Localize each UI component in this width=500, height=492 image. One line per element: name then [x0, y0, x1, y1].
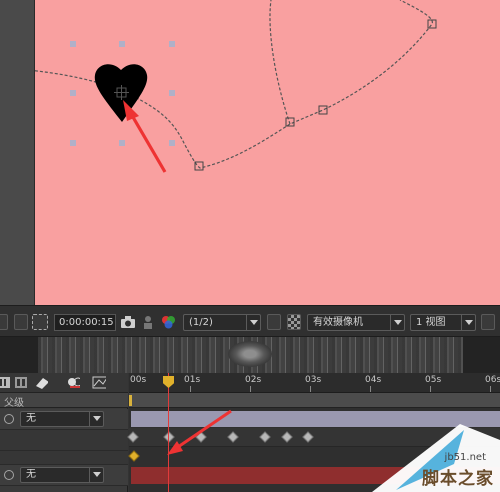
- composition-canvas[interactable]: [35, 0, 500, 305]
- keyframe-selected[interactable]: [128, 450, 140, 462]
- grid-toggle-button[interactable]: [0, 314, 8, 330]
- time-marker: 01s: [184, 375, 201, 385]
- chevron-down-icon: [390, 315, 404, 330]
- resolution-value: (1/2): [189, 317, 213, 328]
- column-header: 父级: [0, 393, 128, 409]
- keyframe[interactable]: [281, 431, 293, 443]
- path-vertex[interactable]: [285, 117, 295, 127]
- parent-select[interactable]: 无: [20, 411, 104, 427]
- layer-row[interactable]: 无: [0, 465, 128, 486]
- annotation-arrow: [167, 409, 232, 455]
- transform-handle[interactable]: [119, 140, 125, 146]
- transform-handle[interactable]: [169, 90, 175, 96]
- watermark-name: 脚本之家: [422, 469, 494, 488]
- time-marker: 05s: [425, 375, 442, 385]
- time-marker: 04s: [365, 375, 382, 385]
- panel-menu-button[interactable]: [481, 314, 495, 330]
- transform-handle[interactable]: [119, 41, 125, 47]
- transform-handle[interactable]: [70, 41, 76, 47]
- chevron-down-icon: [246, 315, 260, 330]
- keyframe[interactable]: [127, 431, 139, 443]
- current-time-field[interactable]: 0:00:00:15: [54, 314, 116, 331]
- transparency-grid-button[interactable]: [32, 314, 48, 330]
- layer-outline-panel: 父级 无 无: [0, 373, 128, 492]
- keyframe[interactable]: [302, 431, 314, 443]
- ruler-tick: [370, 386, 371, 392]
- motion-path-overlay: [35, 0, 437, 173]
- motion-path[interactable]: [35, 0, 433, 169]
- region-of-interest-button[interactable]: [14, 314, 28, 330]
- view-layout-select[interactable]: 1 视图: [410, 314, 476, 331]
- camera-value: 有效摄像机: [313, 317, 363, 328]
- transform-handle[interactable]: [70, 90, 76, 96]
- channel-person-icon[interactable]: [141, 315, 155, 329]
- eraser-icon[interactable]: [34, 376, 48, 389]
- resolution-select[interactable]: (1/2): [183, 314, 261, 331]
- composition-viewport: [0, 0, 500, 305]
- transform-handle[interactable]: [70, 140, 76, 146]
- texture-band: [38, 337, 463, 373]
- keyframe[interactable]: [259, 431, 271, 443]
- parent-pickwhip-icon[interactable]: [4, 414, 14, 424]
- camera-select[interactable]: 有效摄像机: [307, 314, 405, 331]
- transform-handle[interactable]: [169, 41, 175, 47]
- watermark-url: jb51.net: [444, 452, 486, 463]
- property-row[interactable]: [0, 430, 128, 451]
- parent-column-header: 父级: [4, 398, 24, 409]
- ruler-tick: [430, 386, 431, 392]
- transform-handle[interactable]: [169, 140, 175, 146]
- composition-toolbar: 0:00:00:15 (1/2) 有效摄像机 1 视图: [0, 305, 500, 337]
- watermark: jb51.net 脚本之家: [360, 424, 500, 492]
- parent-value: 无: [26, 469, 36, 480]
- chevron-down-icon: [89, 412, 103, 426]
- timeline-panel: 父级 无 无 00s 01s 02s 03s 04s 05s 06s jb51.…: [0, 373, 500, 492]
- left-panel: [0, 0, 35, 305]
- parent-select[interactable]: 无: [20, 467, 104, 483]
- view-layout-value: 1 视图: [416, 317, 446, 328]
- ruler-tick: [310, 386, 311, 392]
- camera-icon[interactable]: [120, 315, 136, 329]
- chevron-down-icon: [89, 468, 103, 482]
- motion-blur-icon[interactable]: [66, 376, 80, 389]
- fast-preview-button[interactable]: [267, 314, 281, 330]
- time-ruler[interactable]: 00s 01s 02s 03s 04s 05s 06s: [129, 373, 500, 393]
- time-marker: 06s: [485, 375, 500, 385]
- chevron-down-icon: [461, 315, 475, 330]
- time-marker: 03s: [305, 375, 322, 385]
- property-row[interactable]: [0, 451, 128, 465]
- graph-editor-icon[interactable]: [92, 376, 106, 389]
- frame-blend-icon[interactable]: [14, 376, 28, 389]
- panel-divider-strip: [0, 337, 500, 373]
- time-marker: 00s: [130, 375, 147, 385]
- ruler-tick: [250, 386, 251, 392]
- annotation-arrow: [123, 100, 167, 173]
- color-channels-icon[interactable]: [160, 314, 178, 330]
- path-vertex[interactable]: [318, 105, 328, 115]
- layer-row[interactable]: 无: [0, 409, 128, 430]
- parent-value: 无: [26, 413, 36, 424]
- film-strip-icon[interactable]: [0, 376, 12, 389]
- ruler-tick: [490, 386, 491, 392]
- parent-pickwhip-icon[interactable]: [4, 470, 14, 480]
- checkerboard-button[interactable]: [287, 314, 301, 330]
- ruler-tick: [190, 386, 191, 392]
- timeline-switches-bar: [0, 373, 128, 393]
- time-marker: 02s: [245, 375, 262, 385]
